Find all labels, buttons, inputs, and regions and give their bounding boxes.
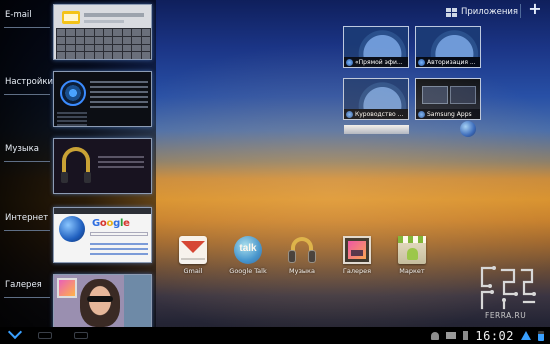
battery-icon: [538, 330, 544, 341]
apps-button[interactable]: Приложения: [446, 5, 518, 19]
recent-app-music[interactable]: Музыка: [0, 134, 156, 196]
divider: [4, 94, 50, 95]
bookmark-tile[interactable]: Куроводство ...: [343, 78, 409, 120]
bookmark-thumbnail: [416, 27, 480, 57]
mail-icon: [446, 332, 457, 339]
keyboard: [56, 28, 151, 59]
divider: [4, 297, 50, 298]
status-area[interactable]: 16:02: [431, 327, 544, 344]
plus-icon[interactable]: +: [527, 1, 543, 18]
ferra-logo: [480, 266, 536, 310]
recent-app-label: Интернет: [5, 213, 49, 223]
gmail-icon: [179, 236, 207, 264]
clock: 16:02: [475, 328, 514, 343]
recent-app-gallery[interactable]: Галерея: [0, 270, 156, 332]
bookmark-thumbnail: [344, 27, 408, 57]
android-icon: [431, 331, 440, 340]
wifi-icon: [521, 331, 531, 340]
headphones-icon: [61, 147, 91, 183]
globe-icon: [346, 111, 353, 118]
bookmark-title: Куроводство ...: [355, 111, 404, 118]
bookmark-thumbnail: [416, 79, 480, 109]
bookmark-title: Авторизация ...: [427, 59, 476, 66]
gallery-thumbnail[interactable]: [53, 274, 152, 332]
globe-icon: [59, 216, 85, 242]
globe-icon: [460, 121, 476, 137]
internet-thumbnail[interactable]: Google: [53, 207, 152, 263]
bookmark-tile[interactable]: «Прямой эфи...: [343, 26, 409, 68]
home-screen: E-mail Настройки Музыка Интернет Google …: [0, 0, 550, 344]
recent-app-settings[interactable]: Настройки: [0, 67, 156, 129]
apps-label: Приложения: [461, 7, 519, 17]
music-icon: [288, 236, 316, 264]
globe-icon: [418, 59, 425, 66]
bookmark-title: «Прямой эфи...: [355, 59, 403, 66]
envelope-icon: [62, 11, 80, 24]
app-market[interactable]: Маркет: [380, 236, 444, 280]
recent-app-label: Настройки: [5, 77, 54, 87]
recent-app-internet[interactable]: Интернет Google: [0, 203, 156, 265]
home-icon[interactable]: [74, 332, 88, 339]
search-box: [90, 232, 148, 236]
recent-apps-panel: E-mail Настройки Музыка Интернет Google …: [0, 0, 156, 332]
bookmark-tile[interactable]: Авторизация ...: [415, 26, 481, 68]
usb-icon: [463, 331, 469, 340]
photo-person: [80, 279, 120, 327]
recent-app-label: Музыка: [5, 144, 39, 154]
divider: [4, 161, 50, 162]
settings-thumbnail[interactable]: [53, 71, 152, 127]
music-thumbnail[interactable]: [53, 138, 152, 194]
globe-icon: [418, 111, 425, 118]
market-icon: [398, 236, 426, 264]
bookmark-thumbnail: [344, 79, 408, 109]
system-bar: 16:02: [0, 327, 550, 344]
back-icon[interactable]: [38, 332, 52, 339]
google-logo: Google: [92, 218, 130, 229]
divider: [520, 4, 521, 18]
divider: [4, 230, 50, 231]
chevron-down-icon[interactable]: [8, 331, 24, 340]
gallery-icon: [57, 278, 77, 298]
bookmark-tile[interactable]: Samsung Apps: [415, 78, 481, 120]
bookmark-title: Samsung Apps: [427, 111, 472, 118]
recent-app-label: E-mail: [5, 10, 32, 20]
apps-grid-icon: [446, 7, 457, 17]
recent-app-label: Галерея: [5, 280, 42, 290]
app-label: Маркет: [399, 267, 425, 275]
watermark-text: FERRA.RU: [485, 311, 527, 320]
globe-icon: [346, 59, 353, 66]
divider: [4, 27, 50, 28]
recent-app-email[interactable]: E-mail: [0, 0, 156, 62]
bookmark-tile-partial[interactable]: [344, 125, 409, 134]
settings-gear-icon: [60, 80, 86, 106]
gallery-icon: [343, 236, 371, 264]
email-thumbnail[interactable]: [53, 4, 152, 60]
talk-icon: talk: [234, 236, 262, 264]
